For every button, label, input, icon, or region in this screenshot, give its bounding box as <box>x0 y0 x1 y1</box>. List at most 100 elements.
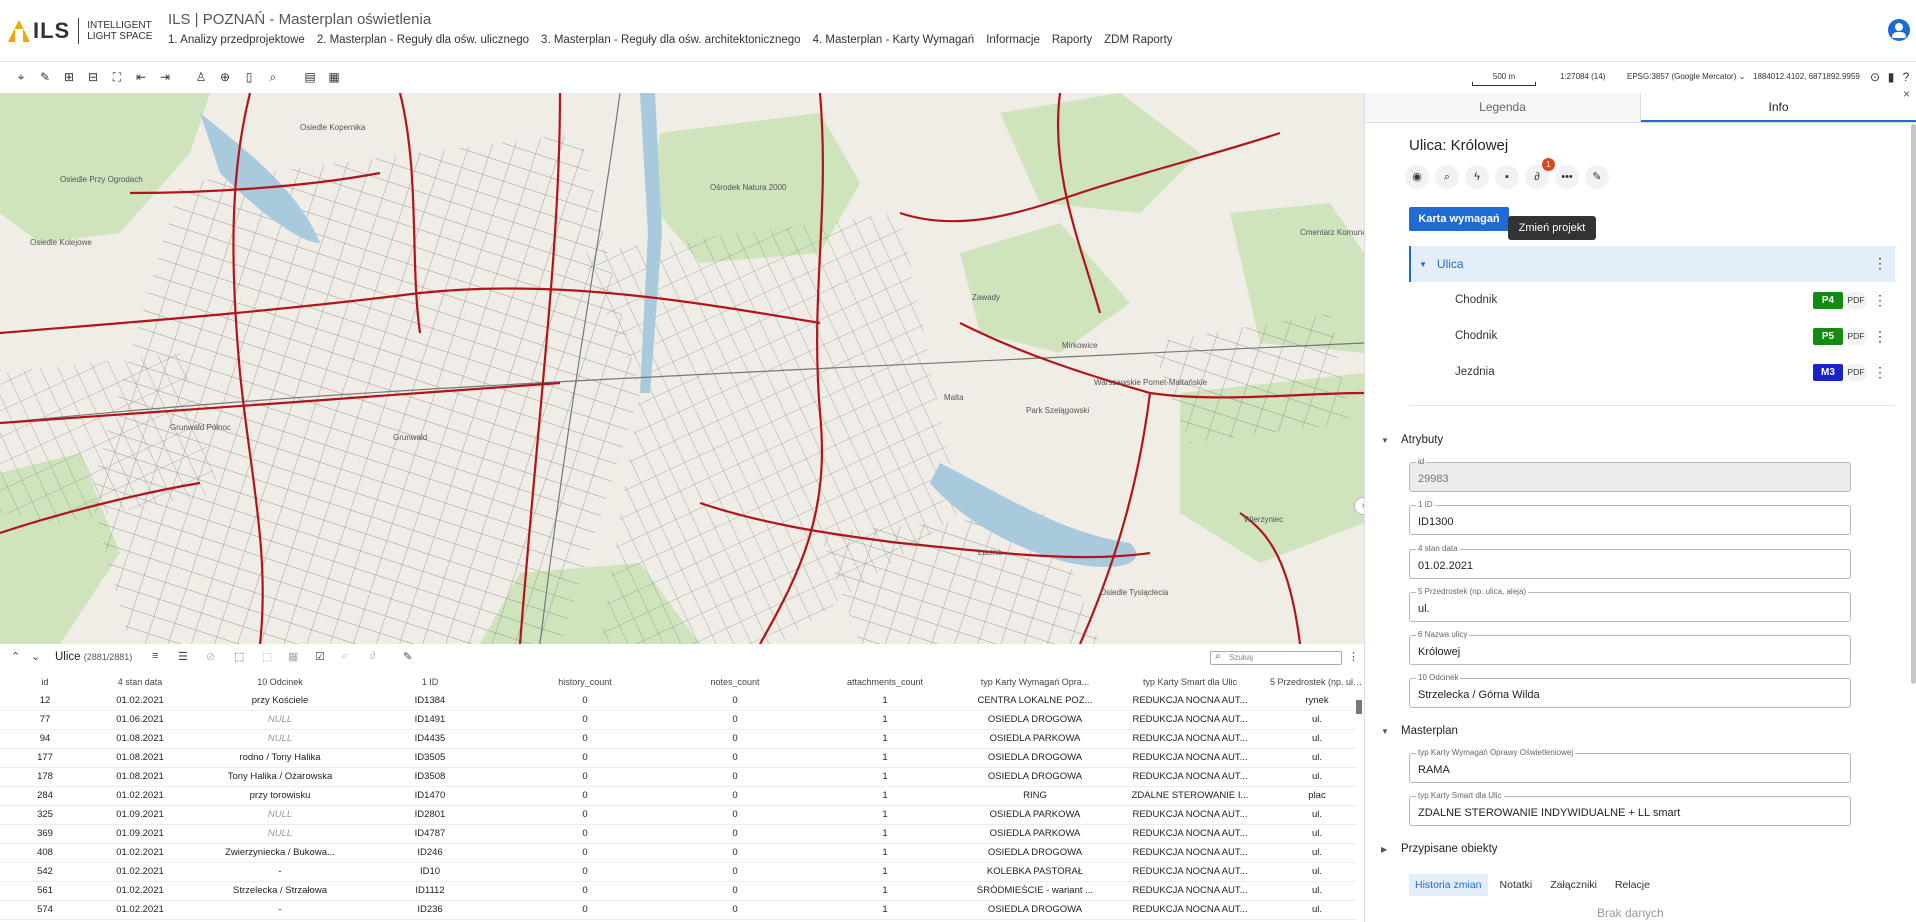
tab-notatki[interactable]: Notatki <box>1494 874 1539 896</box>
section-masterplan[interactable]: ▼ Masterplan <box>1381 725 1458 737</box>
comment-icon[interactable]: ▪ <box>1495 165 1519 189</box>
column-header[interactable]: 10 Odcinek <box>200 677 360 687</box>
column-header[interactable]: typ Karty Smart dla Ulic <box>1110 677 1270 687</box>
view-eye-icon[interactable]: ◉ <box>1405 165 1429 189</box>
select-tool-icon[interactable]: ⌖ <box>13 69 29 85</box>
table-row[interactable]: 408 01.02.2021 Zwierzyniecka / Bukowa... ID… <box>0 844 1356 863</box>
tab-info[interactable]: Info <box>1641 93 1916 122</box>
filter-list-icon[interactable]: ☰ <box>178 650 188 663</box>
table-row[interactable]: 178 01.08.2021 Tony Halika / Ożarowska ID35… <box>0 768 1356 787</box>
column-header[interactable]: id <box>10 677 80 687</box>
more-dots-icon[interactable]: ••• <box>1555 165 1579 189</box>
search-tool-icon[interactable]: ⌕ <box>265 69 281 85</box>
section-przypisane-obiekty[interactable]: ▶ Przypisane obiekty <box>1381 843 1498 855</box>
nav-analizy[interactable]: 1. Analizy przedprojektowe <box>168 34 305 46</box>
bookmark-icon[interactable]: ▮ <box>1883 69 1899 85</box>
column-header[interactable]: history_count <box>510 677 660 687</box>
tree-row[interactable]: Jezdnia M3 PDF ⋮ <box>1409 354 1895 390</box>
nav-karty-wymagan[interactable]: 4. Masterplan - Karty Wymagań <box>813 34 975 46</box>
zoom-selection-icon[interactable]: ⌕ <box>342 650 348 663</box>
pdf-button[interactable]: PDF <box>1845 364 1867 381</box>
lightning-icon[interactable]: ϟ <box>1465 165 1489 189</box>
table-row[interactable]: 542 01.02.2021 - ID10 0 0 1 KOLEBKA PASTORAŁ RED… <box>0 863 1356 882</box>
grid-scrollbar[interactable] <box>1356 700 1362 714</box>
zoom-to-search-icon[interactable]: ⌕ <box>1435 165 1459 189</box>
nav-reguly-architektoniczne[interactable]: 3. Masterplan - Reguły dla ośw. architek… <box>541 34 801 46</box>
column-header[interactable]: 1 ID <box>360 677 500 687</box>
table-row[interactable]: 561 01.02.2021 Strzelecka / Strzałowa ID111… <box>0 882 1356 901</box>
identify-icon[interactable]: ⊕ <box>217 69 233 85</box>
zoom-out-icon[interactable]: ⊟ <box>85 69 101 85</box>
tree-header-ulica[interactable]: ▼ Ulica ⋮ <box>1409 246 1895 282</box>
row-kebab-icon[interactable]: ⋮ <box>1873 328 1887 344</box>
row-kebab-icon[interactable]: ⋮ <box>1873 292 1887 308</box>
edit-grid-pencil-icon[interactable]: ✎ <box>403 650 412 663</box>
collapse-down-chevron-icon[interactable]: ⌄ <box>31 650 40 663</box>
zoom-extent-icon[interactable]: ⛶ <box>109 69 125 85</box>
field-przedrostek[interactable]: 5 Przedrostek (np. ulica, aleja) ul. <box>1409 587 1851 622</box>
streetview-person-icon[interactable]: ♙ <box>193 69 209 85</box>
close-panel-icon[interactable]: × <box>1903 87 1910 101</box>
clear-filter-icon[interactable]: ⊘ <box>206 650 215 663</box>
karta-wymagan-button[interactable]: Karta wymagań <box>1409 207 1509 231</box>
checkbox-icon[interactable]: ☑ <box>315 650 325 663</box>
field-1-id[interactable]: 1 ID ID1300 <box>1409 500 1851 535</box>
field-typ-karty-smart[interactable]: typ Karty Smart dla Ulic ZDALNE STEROWAN… <box>1409 791 1851 826</box>
table-row[interactable]: 94 01.08.2021 NULL ID4435 0 0 1 OSIEDLA PARKOWA… <box>0 730 1356 749</box>
tree-row[interactable]: Chodnik P5 PDF ⋮ <box>1409 318 1895 354</box>
field-typ-karty-wymagan[interactable]: typ Karty Wymagań Oprawy Oświetleniowej … <box>1409 748 1851 783</box>
nav-raporty[interactable]: Raporty <box>1052 34 1092 46</box>
column-header[interactable]: attachments_count <box>810 677 960 687</box>
deselect-icon[interactable]: ⬚ <box>262 650 272 663</box>
zoom-in-icon[interactable]: ⊞ <box>61 69 77 85</box>
column-header[interactable]: 4 stan data <box>80 677 200 687</box>
mobile-icon[interactable]: ▯ <box>241 69 257 85</box>
table-icon[interactable]: ▦ <box>288 650 298 663</box>
expand-up-chevron-icon[interactable]: ⌃ <box>11 650 20 663</box>
tab-zalaczniki[interactable]: Załączniki <box>1544 874 1603 896</box>
tab-legenda[interactable]: Legenda <box>1365 93 1641 122</box>
field-stan-data[interactable]: 4 stan data 01.02.2021 <box>1409 544 1851 579</box>
attach-icon[interactable]: ∂ <box>370 650 375 662</box>
filter-icon[interactable]: ≡ <box>152 650 158 662</box>
tree-row[interactable]: Chodnik P4 PDF ⋮ <box>1409 282 1895 318</box>
pdf-button[interactable]: PDF <box>1845 328 1867 345</box>
grid-search-input[interactable]: Szukaj <box>1210 651 1342 665</box>
tab-relacje[interactable]: Relacje <box>1609 874 1656 896</box>
table-row[interactable]: 177 01.08.2021 rodno / Tony Halika ID3505 0 0… <box>0 749 1356 768</box>
locate-icon[interactable]: ⊙ <box>1867 69 1883 85</box>
select-box-icon[interactable]: ⬚ <box>234 650 244 663</box>
column-header[interactable]: notes_count <box>660 677 810 687</box>
row-kebab-icon[interactable]: ⋮ <box>1873 364 1887 380</box>
field-odcinek[interactable]: 10 Odcinek Strzelecka / Górna Wilda <box>1409 673 1851 708</box>
nav-reguly-uliczne[interactable]: 2. Masterplan - Reguły dla ośw. uliczneg… <box>317 34 529 46</box>
export-icon[interactable]: ▦ <box>326 69 342 85</box>
map-view[interactable]: Osiedle Przy Ogrodach Osiedle Kolejowe O… <box>0 93 1364 644</box>
table-row[interactable]: 77 01.06.2021 NULL ID1491 0 0 1 OSIEDLA DROGOWA… <box>0 711 1356 730</box>
column-header[interactable]: typ Karty Wymagań Opra... <box>960 677 1110 687</box>
column-header[interactable]: 5 Przedrostek (np. ulica, <box>1270 677 1364 687</box>
tab-historia-zmian[interactable]: Historia zmian <box>1409 874 1488 896</box>
section-atrybuty[interactable]: ▼ Atrybuty <box>1381 434 1443 446</box>
print-icon[interactable]: ▤ <box>302 69 318 85</box>
table-row[interactable]: 12 01.02.2021 przy Kościele ID1384 0 0 1 CENTRA… <box>0 692 1356 711</box>
attachment-paperclip-icon[interactable]: ∂ 1 <box>1525 158 1555 189</box>
grid-menu-kebab-icon[interactable]: ⋮ <box>1348 650 1359 663</box>
help-icon[interactable]: ? <box>1898 69 1914 85</box>
edit-pencil-icon[interactable]: ✎ <box>1585 165 1609 189</box>
user-account-icon[interactable] <box>1888 19 1910 41</box>
ils-logo[interactable]: ILS INTELLIGENT LIGHT SPACE <box>8 16 152 46</box>
panel-scrollbar[interactable] <box>1911 124 1916 684</box>
previous-extent-icon[interactable]: ⇤ <box>133 69 149 85</box>
table-row[interactable]: 369 01.09.2021 NULL ID4787 0 0 1 OSIEDLA PARKOW… <box>0 825 1356 844</box>
tree-menu-kebab-icon[interactable]: ⋮ <box>1873 255 1887 271</box>
nav-zdm-raporty[interactable]: ZDM Raporty <box>1104 34 1172 46</box>
table-row[interactable]: 325 01.09.2021 NULL ID2801 0 0 1 OSIEDLA PARKOW… <box>0 806 1356 825</box>
nav-informacje[interactable]: Informacje <box>986 34 1040 46</box>
table-row[interactable]: 284 01.02.2021 przy torowisku ID1470 0 0 1 RING… <box>0 787 1356 806</box>
pdf-button[interactable]: PDF <box>1845 292 1867 309</box>
table-row[interactable]: 574 01.02.2021 - ID236 0 0 1 OSIEDLA DROGOWA RED… <box>0 901 1356 920</box>
draw-pencil-icon[interactable]: ✎ <box>37 69 53 85</box>
next-extent-icon[interactable]: ⇥ <box>157 69 173 85</box>
field-nazwa-ulicy[interactable]: 6 Nazwa ulicy Królowej <box>1409 630 1851 665</box>
